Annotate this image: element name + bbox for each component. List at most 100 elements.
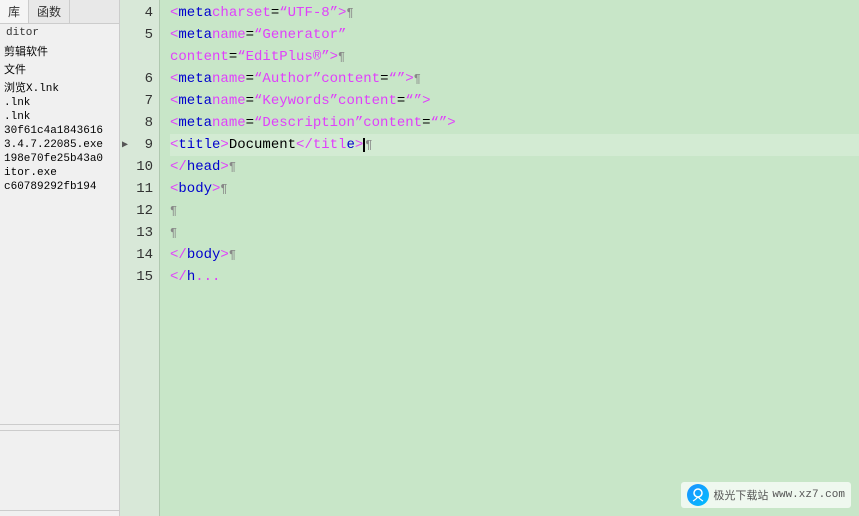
code-token: > <box>422 93 430 109</box>
editor-area: 456789101112131415 <meta charset=“UTF-8”… <box>120 0 859 516</box>
code-token: body <box>178 181 212 197</box>
list-item[interactable]: c60789292fb194 <box>0 180 119 194</box>
list-item[interactable]: .lnk <box>0 110 119 124</box>
code-token: content <box>338 93 397 109</box>
code-token: < <box>170 137 178 153</box>
code-token: ¶ <box>338 50 345 64</box>
code-token: name <box>212 27 246 43</box>
code-token: < <box>170 5 178 21</box>
code-line[interactable]: <body>¶ <box>170 178 859 200</box>
code-token: = <box>271 5 279 21</box>
sidebar-tab-lib[interactable]: 库 <box>0 0 29 23</box>
code-token: “Author” <box>254 71 321 87</box>
code-line[interactable]: <meta name=“Keywords” content=“”> <box>170 90 859 112</box>
line-number: 10 <box>120 156 159 178</box>
sidebar-bottom-scrollbar[interactable] <box>0 510 119 516</box>
code-token: “EditPlus®” <box>237 49 329 65</box>
code-token: meta <box>178 5 212 21</box>
code-token: = <box>397 93 405 109</box>
code-line[interactable]: </h... <box>170 266 859 288</box>
code-token: meta <box>178 71 212 87</box>
sidebar-file-list: 剪辑软件 文件 浏览X.lnk .lnk .lnk 30f61c4a184361… <box>0 42 119 424</box>
code-token: > <box>355 137 363 153</box>
code-token: name <box>212 71 246 87</box>
sidebar-editor-label: ditor <box>0 24 119 42</box>
code-token: > <box>220 137 228 153</box>
list-item[interactable]: 文件 <box>0 60 119 78</box>
code-line[interactable]: <meta name=“Generator” <box>170 24 859 46</box>
code-token: name <box>212 93 246 109</box>
code-token: < <box>170 115 178 131</box>
list-item[interactable]: 浏览X.lnk <box>0 78 119 96</box>
code-token: ¶ <box>414 72 421 86</box>
list-item[interactable]: 3.4.7.22085.exe <box>0 138 119 152</box>
code-token: ¶ <box>170 226 177 240</box>
code-token: = <box>246 27 254 43</box>
code-token: “Keywords” <box>254 93 338 109</box>
code-editor[interactable]: <meta charset=“UTF-8”>¶ <meta name=“Gene… <box>160 0 859 516</box>
watermark: 极光下载站 www.xz7.com <box>681 482 851 508</box>
code-token: “UTF-8” <box>279 5 338 21</box>
code-token: head <box>187 159 221 175</box>
code-token: = <box>246 71 254 87</box>
code-token: < <box>170 93 178 109</box>
list-item[interactable]: 198e70fe25b43a0 <box>0 152 119 166</box>
list-item[interactable]: 30f61c4a1843616 <box>0 124 119 138</box>
line-number: 4 <box>120 2 159 24</box>
code-line[interactable]: </head>¶ <box>170 156 859 178</box>
code-token: “Description” <box>254 115 363 131</box>
sidebar-bottom-panel <box>0 430 119 510</box>
code-token: > <box>212 181 220 197</box>
code-token: = <box>380 71 388 87</box>
sidebar-tab-bar: 库 函数 <box>0 0 119 24</box>
watermark-logo <box>687 484 709 506</box>
code-token: title <box>178 137 220 153</box>
code-token: > <box>220 159 228 175</box>
code-token: ¶ <box>220 182 227 196</box>
list-item[interactable]: 剪辑软件 <box>0 42 119 60</box>
code-token: = <box>229 49 237 65</box>
line-number: 7 <box>120 90 159 112</box>
code-token: “” <box>388 71 405 87</box>
sidebar: 库 函数 ditor 剪辑软件 文件 浏览X.lnk .lnk .lnk 30f… <box>0 0 120 516</box>
sidebar-tab-func[interactable]: 函数 <box>29 0 70 23</box>
code-line[interactable]: <meta name=“Description” content=“”> <box>170 112 859 134</box>
code-line[interactable]: ¶ <box>170 222 859 244</box>
code-token: Document <box>229 137 296 153</box>
code-token: > <box>338 5 346 21</box>
code-token: ... <box>195 269 220 285</box>
code-token: = <box>422 115 430 131</box>
line-number: 15 <box>120 266 159 288</box>
code-token: name <box>212 115 246 131</box>
code-token: ¶ <box>365 138 372 152</box>
code-line[interactable]: </body>¶ <box>170 244 859 266</box>
code-line[interactable]: <meta charset=“UTF-8”>¶ <box>170 2 859 24</box>
code-token: > <box>405 71 413 87</box>
code-token: ¶ <box>170 204 177 218</box>
code-line[interactable]: content=“EditPlus®”>¶ <box>170 46 859 68</box>
line-number: 11 <box>120 178 159 200</box>
code-token: </ <box>170 159 187 175</box>
list-item[interactable]: itor.exe <box>0 166 119 180</box>
line-number: 6 <box>120 68 159 90</box>
code-line[interactable]: ¶ <box>170 200 859 222</box>
code-token: ¶ <box>229 160 236 174</box>
line-number: 9 <box>120 134 159 156</box>
code-line[interactable]: <meta name=“Author” content=“”>¶ <box>170 68 859 90</box>
list-item[interactable]: .lnk <box>0 96 119 110</box>
code-line[interactable]: <title>Document</title>¶ <box>170 134 859 156</box>
code-token: “” <box>405 93 422 109</box>
code-token: meta <box>178 27 212 43</box>
code-token: body <box>187 247 221 263</box>
code-token: content <box>321 71 380 87</box>
code-token: ¶ <box>229 248 236 262</box>
code-token: e <box>346 137 354 153</box>
code-token: charset <box>212 5 271 21</box>
line-number <box>120 46 159 68</box>
watermark-url: www.xz7.com <box>772 489 845 501</box>
code-token: = <box>246 115 254 131</box>
code-token: </titl <box>296 137 346 153</box>
code-token: content <box>170 49 229 65</box>
code-token: </ <box>170 247 187 263</box>
watermark-text: 极光下载站 <box>713 487 768 503</box>
